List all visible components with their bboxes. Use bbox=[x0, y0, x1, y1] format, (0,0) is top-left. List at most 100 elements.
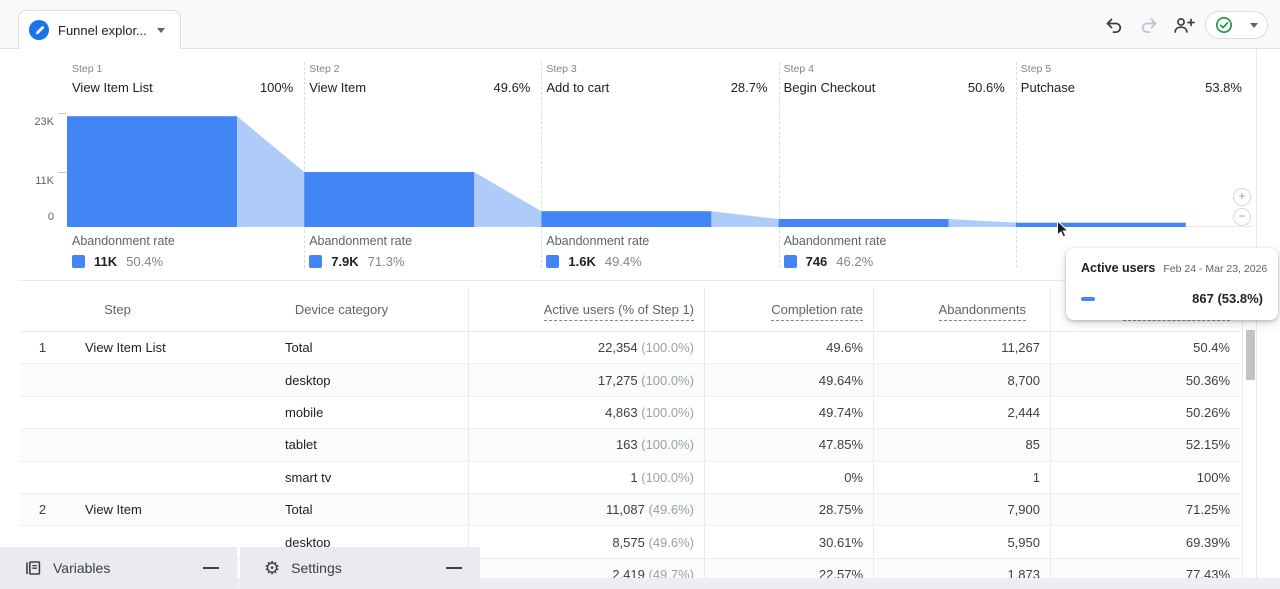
col-header-abandonments[interactable]: Abandonments bbox=[873, 302, 1050, 317]
cell-abandonments: 7,900 bbox=[873, 502, 1050, 517]
funnel-drop-step-1 bbox=[237, 116, 304, 227]
chart-tooltip: Active users Feb 24 - Mar 23, 2026 867 (… bbox=[1066, 248, 1278, 320]
step-label: Step 2 bbox=[309, 63, 530, 75]
step-name: Add to cart bbox=[546, 80, 609, 95]
chevron-down-icon bbox=[157, 28, 165, 33]
abandonment-rate-value: 50.4% bbox=[126, 254, 163, 269]
abandonment-rate-label: Abandonment rate bbox=[784, 234, 887, 248]
legend-swatch bbox=[784, 255, 797, 268]
step-label: Step 5 bbox=[1021, 63, 1242, 75]
table-row[interactable]: 1View Item ListTotal22,354 (100.0%)49.6%… bbox=[20, 332, 1240, 364]
cell-active-users: 163 (100.0%) bbox=[468, 437, 704, 452]
cell-active-users: 1 (100.0%) bbox=[468, 470, 704, 485]
step-label: Step 1 bbox=[72, 63, 293, 75]
cell-completion-rate: 49.64% bbox=[704, 373, 873, 388]
abandonment-rate-value: 46.2% bbox=[836, 254, 873, 269]
exploration-pencil-icon bbox=[29, 20, 49, 40]
col-header-step[interactable]: Step bbox=[20, 302, 265, 317]
funnel-step-header-4: Step 4Begin Checkout50.6% bbox=[784, 63, 1005, 95]
undo-button[interactable] bbox=[1100, 11, 1128, 39]
col-header-active-users[interactable]: Active users (% of Step 1) bbox=[468, 302, 704, 317]
cell-abandonment-rate: 50.26% bbox=[1050, 405, 1240, 420]
funnel-bar-step-1[interactable] bbox=[67, 116, 237, 227]
step-completion-pct: 49.6% bbox=[494, 80, 531, 95]
cell-abandonment-rate: 100% bbox=[1050, 470, 1240, 485]
cell-device-category: desktop bbox=[265, 373, 468, 388]
funnel-step-header-5: Step 5Putchase53.8% bbox=[1021, 63, 1242, 95]
cell-abandonments: 1 bbox=[873, 470, 1050, 485]
minimize-variables-button[interactable] bbox=[203, 567, 219, 569]
cell-completion-rate: 28.75% bbox=[704, 502, 873, 517]
tooltip-metric-label: Active users bbox=[1081, 261, 1155, 275]
step-label: Step 3 bbox=[546, 63, 767, 75]
variables-icon bbox=[24, 559, 42, 577]
tab-label: Funnel explor... bbox=[58, 23, 147, 38]
funnel-bar-step-3[interactable] bbox=[541, 211, 711, 227]
settings-panel-label: Settings bbox=[291, 560, 342, 576]
legend-swatch bbox=[546, 255, 559, 268]
gear-icon: ⚙ bbox=[264, 559, 280, 577]
minimize-settings-button[interactable] bbox=[446, 567, 462, 569]
table-row[interactable]: mobile4,863 (100.0%)49.74%2,44450.26% bbox=[20, 397, 1240, 429]
cell-abandonments: 5,950 bbox=[873, 535, 1050, 550]
funnel-drop-step-4 bbox=[949, 219, 1016, 227]
table-row[interactable]: tablet163 (100.0%)47.85%8552.15% bbox=[20, 429, 1240, 461]
cell-device-category: mobile bbox=[265, 405, 468, 420]
step-name: View Item bbox=[309, 80, 366, 95]
step-name: View Item List bbox=[72, 80, 153, 95]
abandonment-value: 746 bbox=[806, 254, 828, 269]
column-divider bbox=[468, 288, 469, 578]
step-completion-pct: 28.7% bbox=[731, 80, 768, 95]
col-header-device-category[interactable]: Device category bbox=[265, 302, 468, 317]
funnel-step-header-3: Step 3 Add to cart 28.7% bbox=[546, 63, 767, 95]
cell-step-number: 1 bbox=[20, 340, 65, 355]
abandonment-cell-step-1: Abandonment rate11K50.4% bbox=[72, 234, 175, 269]
cell-device-category: smart tv bbox=[265, 470, 468, 485]
legend-swatch bbox=[309, 255, 322, 268]
redo-button[interactable] bbox=[1135, 11, 1163, 39]
exploration-tab-bar bbox=[0, 0, 1280, 49]
zoom-in-button[interactable]: + bbox=[1233, 188, 1251, 206]
funnel-bar-step-4[interactable] bbox=[779, 219, 949, 227]
abandonment-value: 1.6K bbox=[568, 254, 595, 269]
cell-abandonments: 2,444 bbox=[873, 405, 1050, 420]
table-row[interactable]: smart tv1 (100.0%)0%1100% bbox=[20, 462, 1240, 494]
cell-device-category: Total bbox=[265, 340, 468, 355]
step-completion-pct: 100% bbox=[260, 80, 293, 95]
vertical-scrollbar[interactable] bbox=[1246, 330, 1255, 380]
cell-completion-rate: 49.6% bbox=[704, 340, 873, 355]
person-add-icon bbox=[1172, 15, 1196, 35]
status-approved-dropdown[interactable] bbox=[1205, 11, 1268, 39]
cell-step-number: 2 bbox=[20, 502, 65, 517]
cell-active-users: 11,087 (49.6%) bbox=[468, 502, 704, 517]
step-completion-pct: 53.8% bbox=[1205, 80, 1242, 95]
table-row[interactable]: desktop17,275 (100.0%)49.64%8,70050.36% bbox=[20, 364, 1240, 396]
table-row[interactable]: 2View ItemTotal11,087 (49.6%)28.75%7,900… bbox=[20, 494, 1240, 526]
zoom-out-button[interactable]: − bbox=[1233, 208, 1251, 226]
funnel-bar-step-2[interactable] bbox=[304, 172, 474, 227]
abandonment-cell-step-4: Abandonment rate 746 46.2% bbox=[784, 234, 887, 269]
cell-abandonment-rate: 50.4% bbox=[1050, 340, 1240, 355]
share-users-button[interactable] bbox=[1170, 11, 1198, 39]
funnel-bar-step-5[interactable] bbox=[1016, 223, 1186, 227]
column-divider bbox=[873, 288, 874, 578]
settings-panel-header[interactable]: ⚙ Settings bbox=[240, 547, 480, 589]
column-divider bbox=[1050, 288, 1051, 578]
column-divider bbox=[704, 288, 705, 578]
col-header-completion-rate[interactable]: Completion rate bbox=[704, 302, 873, 317]
abandonment-rate-label: Abandonment rate bbox=[309, 234, 412, 248]
funnel-step-header-1: Step 1 View Item List 100% bbox=[72, 63, 293, 95]
chevron-down-icon bbox=[1250, 23, 1258, 28]
cell-completion-rate: 49.74% bbox=[704, 405, 873, 420]
tab-funnel-exploration[interactable]: Funnel explor... bbox=[18, 10, 181, 49]
header-actions bbox=[1100, 10, 1268, 40]
cell-completion-rate: 30.61% bbox=[704, 535, 873, 550]
step-name: Begin Checkout bbox=[784, 80, 876, 95]
abandonment-rate-value: 49.4% bbox=[605, 254, 642, 269]
variables-panel-header[interactable]: Variables bbox=[0, 547, 237, 589]
variables-panel-label: Variables bbox=[53, 560, 110, 576]
cell-completion-rate: 47.85% bbox=[704, 437, 873, 452]
cell-abandonment-rate: 52.15% bbox=[1050, 437, 1240, 452]
cell-abandonments: 11,267 bbox=[873, 340, 1050, 355]
undo-icon bbox=[1104, 15, 1124, 35]
